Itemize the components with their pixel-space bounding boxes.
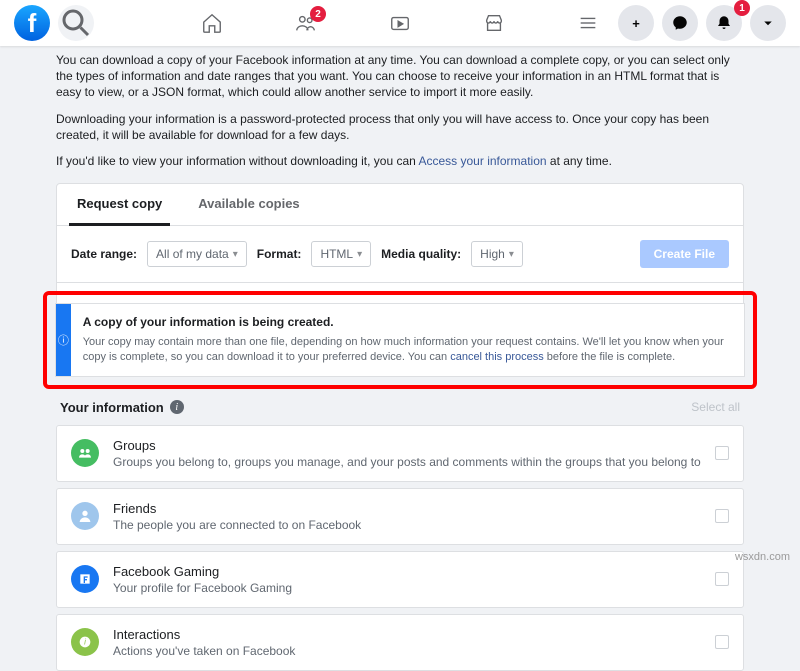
item-checkbox[interactable] xyxy=(715,635,729,649)
messenger-icon xyxy=(671,14,689,32)
top-right-buttons: + 1 xyxy=(618,5,786,41)
home-icon xyxy=(201,12,223,34)
hamburger-icon xyxy=(577,12,599,34)
info-icon: ⓘ xyxy=(56,304,71,376)
format-label: Format: xyxy=(257,247,302,261)
svg-text:i: i xyxy=(84,638,86,647)
item-icon: i xyxy=(71,628,99,656)
item-title: Interactions xyxy=(113,627,701,642)
notice-text: A copy of your information is being crea… xyxy=(71,304,744,376)
tab-request-copy[interactable]: Request copy xyxy=(69,184,170,226)
info-item[interactable]: Groups Groups you belong to, groups you m… xyxy=(56,425,744,482)
item-title: Facebook Gaming xyxy=(113,564,701,579)
download-card: Request copy Available copies Date range… xyxy=(56,183,744,376)
nav-tabs: 2 xyxy=(200,11,600,35)
select-all-link[interactable]: Select all xyxy=(691,400,740,414)
account-button[interactable] xyxy=(750,5,786,41)
intro-p2: Downloading your information is a passwo… xyxy=(56,111,744,143)
facebook-logo[interactable]: f xyxy=(14,5,50,41)
info-items-list: Groups Groups you belong to, groups you m… xyxy=(56,425,744,671)
create-button[interactable]: + xyxy=(618,5,654,41)
bell-icon xyxy=(715,14,733,32)
tab-available-copies[interactable]: Available copies xyxy=(190,184,307,225)
info-item[interactable]: i Interactions Actions you've taken on Fac… xyxy=(56,614,744,671)
format-select[interactable]: HTML xyxy=(311,241,371,267)
search-icon xyxy=(58,5,94,41)
friends-badge: 2 xyxy=(310,6,326,22)
item-desc: Actions you've taken on Facebook xyxy=(113,644,701,658)
notifications-badge: 1 xyxy=(734,0,750,16)
chevron-down-icon xyxy=(759,14,777,32)
item-desc: Groups you belong to, groups you manage,… xyxy=(113,455,701,469)
create-file-button[interactable]: Create File xyxy=(640,240,729,268)
your-info-header: Your information i Select all xyxy=(56,400,744,425)
cancel-process-link[interactable]: cancel this process xyxy=(450,351,544,363)
item-checkbox[interactable] xyxy=(715,509,729,523)
info-item[interactable]: Facebook Gaming Your profile for Facebook… xyxy=(56,551,744,608)
item-title: Groups xyxy=(113,438,701,453)
filters-row: Date range: All of my data Format: HTML … xyxy=(57,226,743,283)
notice-title: A copy of your information is being crea… xyxy=(83,314,732,331)
intro-p3: If you'd like to view your information w… xyxy=(56,153,744,169)
top-bar: f 2 + 1 xyxy=(0,0,800,46)
item-title: Friends xyxy=(113,501,701,516)
item-icon xyxy=(71,502,99,530)
card-tabs: Request copy Available copies xyxy=(57,184,743,226)
intro-p1: You can download a copy of your Facebook… xyxy=(56,52,744,101)
item-icon xyxy=(71,439,99,467)
watch-icon xyxy=(389,12,411,34)
item-checkbox[interactable] xyxy=(715,572,729,586)
nav-home[interactable] xyxy=(200,11,224,35)
info-item[interactable]: Friends The people you are connected to o… xyxy=(56,488,744,545)
notifications-button[interactable]: 1 xyxy=(706,5,742,41)
item-checkbox[interactable] xyxy=(715,446,729,460)
main-content: You can download a copy of your Facebook… xyxy=(0,46,800,671)
your-information-section: Your information i Select all GroupsGrou… xyxy=(56,400,744,671)
media-quality-select[interactable]: High xyxy=(471,241,523,267)
watermark: wsxdn.com xyxy=(735,551,790,563)
item-desc: Your profile for Facebook Gaming xyxy=(113,581,701,595)
date-range-select[interactable]: All of my data xyxy=(147,241,247,267)
your-info-title: Your information xyxy=(60,400,164,415)
messenger-button[interactable] xyxy=(662,5,698,41)
nav-friends[interactable]: 2 xyxy=(294,11,318,35)
date-range-label: Date range: xyxy=(71,247,137,261)
creating-notice: ⓘ A copy of your information is being cr… xyxy=(55,303,745,377)
highlighted-notice: ⓘ A copy of your information is being cr… xyxy=(43,291,757,389)
nav-marketplace[interactable] xyxy=(482,11,506,35)
nav-menu[interactable] xyxy=(576,11,600,35)
media-quality-label: Media quality: xyxy=(381,247,461,261)
search-button[interactable] xyxy=(58,5,94,41)
intro-text: You can download a copy of your Facebook… xyxy=(56,52,744,169)
item-desc: The people you are connected to on Faceb… xyxy=(113,518,701,532)
nav-watch[interactable] xyxy=(388,11,412,35)
item-icon xyxy=(71,565,99,593)
info-tooltip-icon[interactable]: i xyxy=(170,400,184,414)
marketplace-icon xyxy=(483,12,505,34)
access-info-link[interactable]: Access your information xyxy=(419,154,547,168)
